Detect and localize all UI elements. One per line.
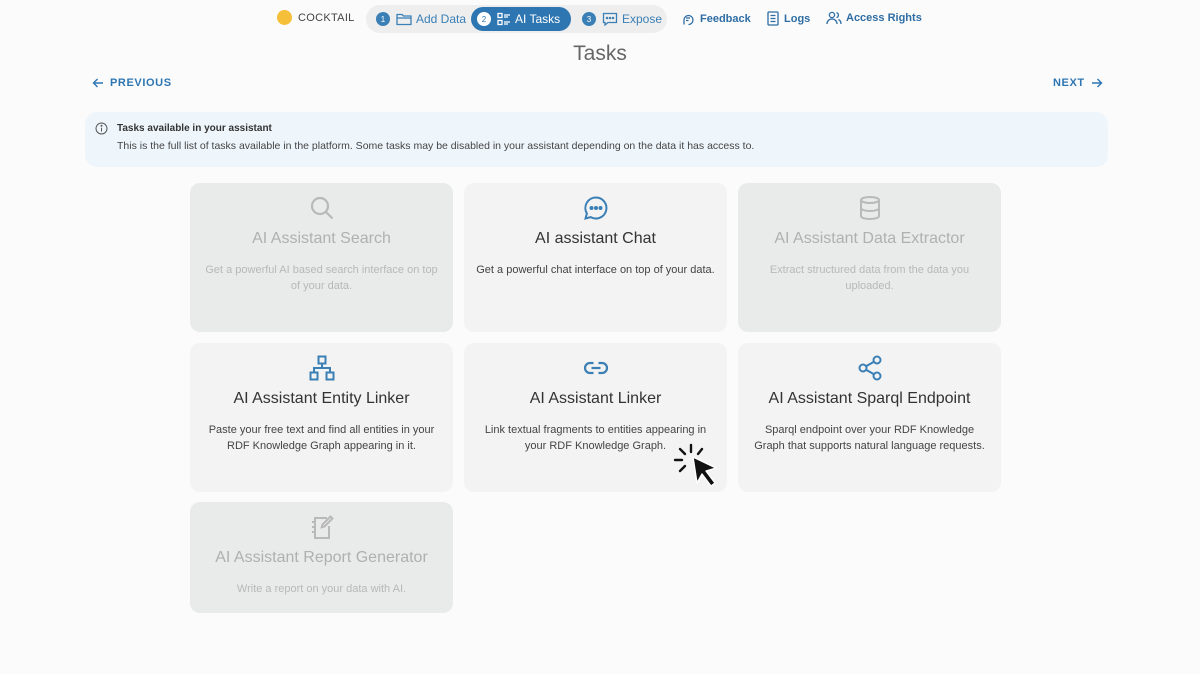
checklist-icon [497, 12, 510, 26]
task-description: Paste your free text and find all entiti… [208, 424, 435, 452]
chat-bubble-icon [602, 12, 618, 26]
task-description: Extract structured data from the data yo… [769, 264, 970, 292]
task-title: AI Assistant Sparql Endpoint [768, 390, 971, 407]
step-ai-tasks[interactable]: 2 AI Tasks [471, 7, 571, 31]
access-rights-label: Access Rights [846, 12, 922, 24]
task-title: AI Assistant Entity Linker [233, 390, 410, 407]
step-number: 1 [376, 12, 390, 26]
previous-label: PREVIOUS [110, 77, 172, 89]
next-button[interactable]: NEXT [1053, 77, 1103, 89]
step-add-data[interactable]: 1 Add Data [376, 7, 466, 31]
folder-icon [396, 13, 412, 26]
next-label: NEXT [1053, 77, 1085, 89]
step-navigator: 1 Add Data 2 AI Tasks 3 Expose [366, 5, 667, 33]
arrow-right-icon [1091, 78, 1103, 88]
previous-button[interactable]: PREVIOUS [92, 77, 172, 89]
project-color-dot [277, 10, 292, 25]
task-card-data-extractor[interactable]: AI Assistant Data Extractor Extract stru… [738, 183, 1001, 332]
arrow-left-icon [92, 78, 103, 88]
step-label: AI Tasks [515, 12, 561, 26]
logs-label: Logs [784, 12, 811, 25]
page-title: Tasks [573, 42, 627, 65]
notebook-edit-icon [311, 515, 334, 539]
info-title: Tasks available in your assistant [117, 123, 272, 134]
task-card-chat[interactable]: AI assistant Chat Get a powerful chat in… [464, 183, 727, 332]
access-rights-link[interactable]: Access Rights [826, 11, 922, 25]
info-icon [95, 122, 108, 135]
search-icon [310, 196, 333, 220]
share-icon [858, 355, 881, 381]
top-bar: COCKTAIL 1 Add Data 2 AI Tasks 3 Expose … [0, 5, 1200, 33]
link-icon [583, 361, 608, 375]
task-card-search[interactable]: AI Assistant Search Get a powerful AI ba… [190, 183, 453, 332]
info-alert: Tasks available in your assistant This i… [85, 112, 1108, 167]
hierarchy-icon [309, 355, 334, 381]
project-name: COCKTAIL [298, 11, 355, 24]
task-title: AI Assistant Linker [529, 390, 662, 407]
click-cursor-icon [673, 443, 717, 487]
feedback-icon [683, 14, 694, 26]
project-selector[interactable]: COCKTAIL [277, 10, 355, 25]
feedback-label: Feedback [700, 12, 751, 25]
step-expose[interactable]: 3 Expose [582, 7, 662, 31]
task-description: Sparql endpoint over your RDF Knowledge … [754, 424, 985, 452]
task-title: AI assistant Chat [535, 230, 656, 247]
task-title: AI Assistant Data Extractor [774, 230, 965, 247]
logs-link[interactable]: Logs [766, 11, 810, 26]
logs-icon [767, 11, 779, 26]
task-card-sparql-endpoint[interactable]: AI Assistant Sparql Endpoint Sparql endp… [738, 343, 1001, 492]
task-title: AI Assistant Search [252, 230, 391, 247]
task-description: Get a powerful chat interface on top of … [476, 264, 715, 276]
step-label: Expose [622, 12, 663, 26]
chat-icon [583, 196, 607, 220]
users-icon [826, 11, 842, 25]
step-number: 3 [582, 12, 596, 26]
step-number: 2 [477, 12, 491, 26]
step-label: Add Data [416, 12, 467, 26]
task-card-entity-linker[interactable]: AI Assistant Entity Linker Paste your fr… [190, 343, 453, 492]
task-title: AI Assistant Report Generator [215, 549, 428, 566]
task-description: Get a powerful AI based search interface… [205, 264, 438, 292]
info-text: This is the full list of tasks available… [117, 140, 755, 152]
feedback-link[interactable]: Feedback [681, 11, 751, 26]
task-card-report-generator[interactable]: AI Assistant Report Generator Write a re… [190, 502, 453, 613]
database-icon [859, 196, 880, 221]
task-description: Write a report on your data with AI. [236, 583, 407, 595]
